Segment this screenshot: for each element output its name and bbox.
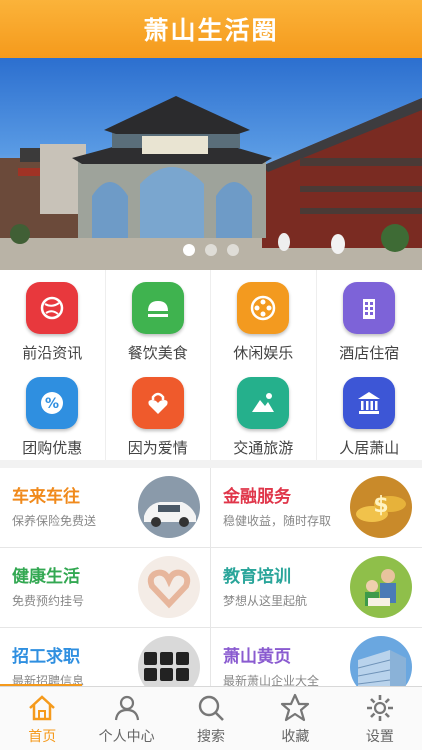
bottom-tab-bar: 首页 个人中心 搜索 收藏 设置 (0, 686, 422, 750)
category-label: 休闲娱乐 (233, 344, 294, 362)
category-label: 前沿资讯 (22, 344, 83, 362)
tab-home[interactable]: 首页 (0, 687, 84, 750)
banner-carousel[interactable] (0, 58, 422, 270)
category-food[interactable]: 餐饮美食 (106, 270, 211, 365)
category-label: 餐饮美食 (127, 344, 188, 362)
app-title: 萧山生活圈 (143, 16, 279, 45)
family-reading-photo (350, 556, 412, 618)
search-icon (198, 695, 224, 721)
tab-label: 收藏 (281, 728, 310, 745)
tab-profile[interactable]: 个人中心 (84, 687, 168, 750)
service-grid: 车来车往 保养保险免费送 金融服务 稳健收益，随时存取 $ 健康生活 免费预约挂… (0, 468, 422, 686)
category-label: 交通旅游 (233, 439, 294, 457)
heart-hands-photo (138, 556, 200, 618)
category-news[interactable]: 前沿资讯 (0, 270, 106, 365)
percent-icon: % (26, 377, 79, 429)
tab-label: 设置 (365, 728, 394, 745)
tab-label: 首页 (28, 728, 57, 745)
service-education[interactable]: 教育培训 梦想从这里起航 (211, 548, 422, 628)
globe-icon (26, 282, 79, 334)
person-icon (114, 695, 139, 720)
category-leisure[interactable]: 休闲娱乐 (211, 270, 317, 365)
home-icon (29, 694, 56, 720)
heart-lock-icon (131, 377, 184, 429)
service-health[interactable]: 健康生活 免费预约挂号 (0, 548, 211, 628)
category-travel[interactable]: 交通旅游 (211, 365, 317, 460)
category-grid: 前沿资讯 餐饮美食 休闲娱乐 酒店住宿 % 团购优惠 因为爱情 交通旅游 人居萧… (0, 270, 422, 460)
category-label: 团购优惠 (22, 439, 83, 457)
category-groupbuy[interactable]: % 团购优惠 (0, 365, 106, 460)
category-hotel[interactable]: 酒店住宿 (317, 270, 422, 365)
svg-text:$: $ (373, 493, 388, 518)
carousel-indicator (0, 244, 422, 256)
tab-favorites[interactable]: 收藏 (253, 687, 337, 750)
star-icon (281, 693, 310, 721)
carousel-dot[interactable] (183, 244, 195, 256)
food-icon (131, 282, 184, 334)
service-cars[interactable]: 车来车往 保养保险免费送 (0, 468, 211, 548)
carousel-dot[interactable] (227, 244, 239, 256)
category-label: 酒店住宿 (339, 344, 400, 362)
category-love[interactable]: 因为爱情 (106, 365, 211, 460)
tab-settings[interactable]: 设置 (338, 687, 422, 750)
service-yellowpages[interactable]: 萧山黄页 最新萧山企业大全 (211, 628, 422, 686)
app-screen: 萧山生活圈 前沿资讯 餐饮美食 休闲娱乐 酒店住宿 % 团购优惠 因为爱情 交通… (0, 0, 422, 750)
film-reel-icon (237, 282, 290, 334)
title-bar: 萧山生活圈 (0, 0, 422, 58)
tab-label: 个人中心 (98, 728, 155, 745)
gold-coins-photo: $ (350, 476, 412, 538)
gear-icon (366, 694, 393, 721)
building-icon (343, 282, 396, 334)
category-label: 因为爱情 (127, 439, 188, 457)
svg-text:%: % (45, 396, 59, 412)
archway-gate-photo (0, 96, 422, 270)
category-living[interactable]: 人居萧山 (317, 365, 422, 460)
service-jobs[interactable]: 招工求职 最新招聘信息 (0, 628, 211, 686)
category-label: 人居萧山 (339, 439, 400, 457)
bank-icon (343, 377, 396, 429)
mountain-icon (237, 377, 290, 429)
service-finance[interactable]: 金融服务 稳健收益，随时存取 $ (211, 468, 422, 548)
carousel-dot[interactable] (205, 244, 217, 256)
tab-search[interactable]: 搜索 (169, 687, 253, 750)
car-photo (138, 476, 200, 538)
tab-label: 搜索 (197, 728, 226, 745)
